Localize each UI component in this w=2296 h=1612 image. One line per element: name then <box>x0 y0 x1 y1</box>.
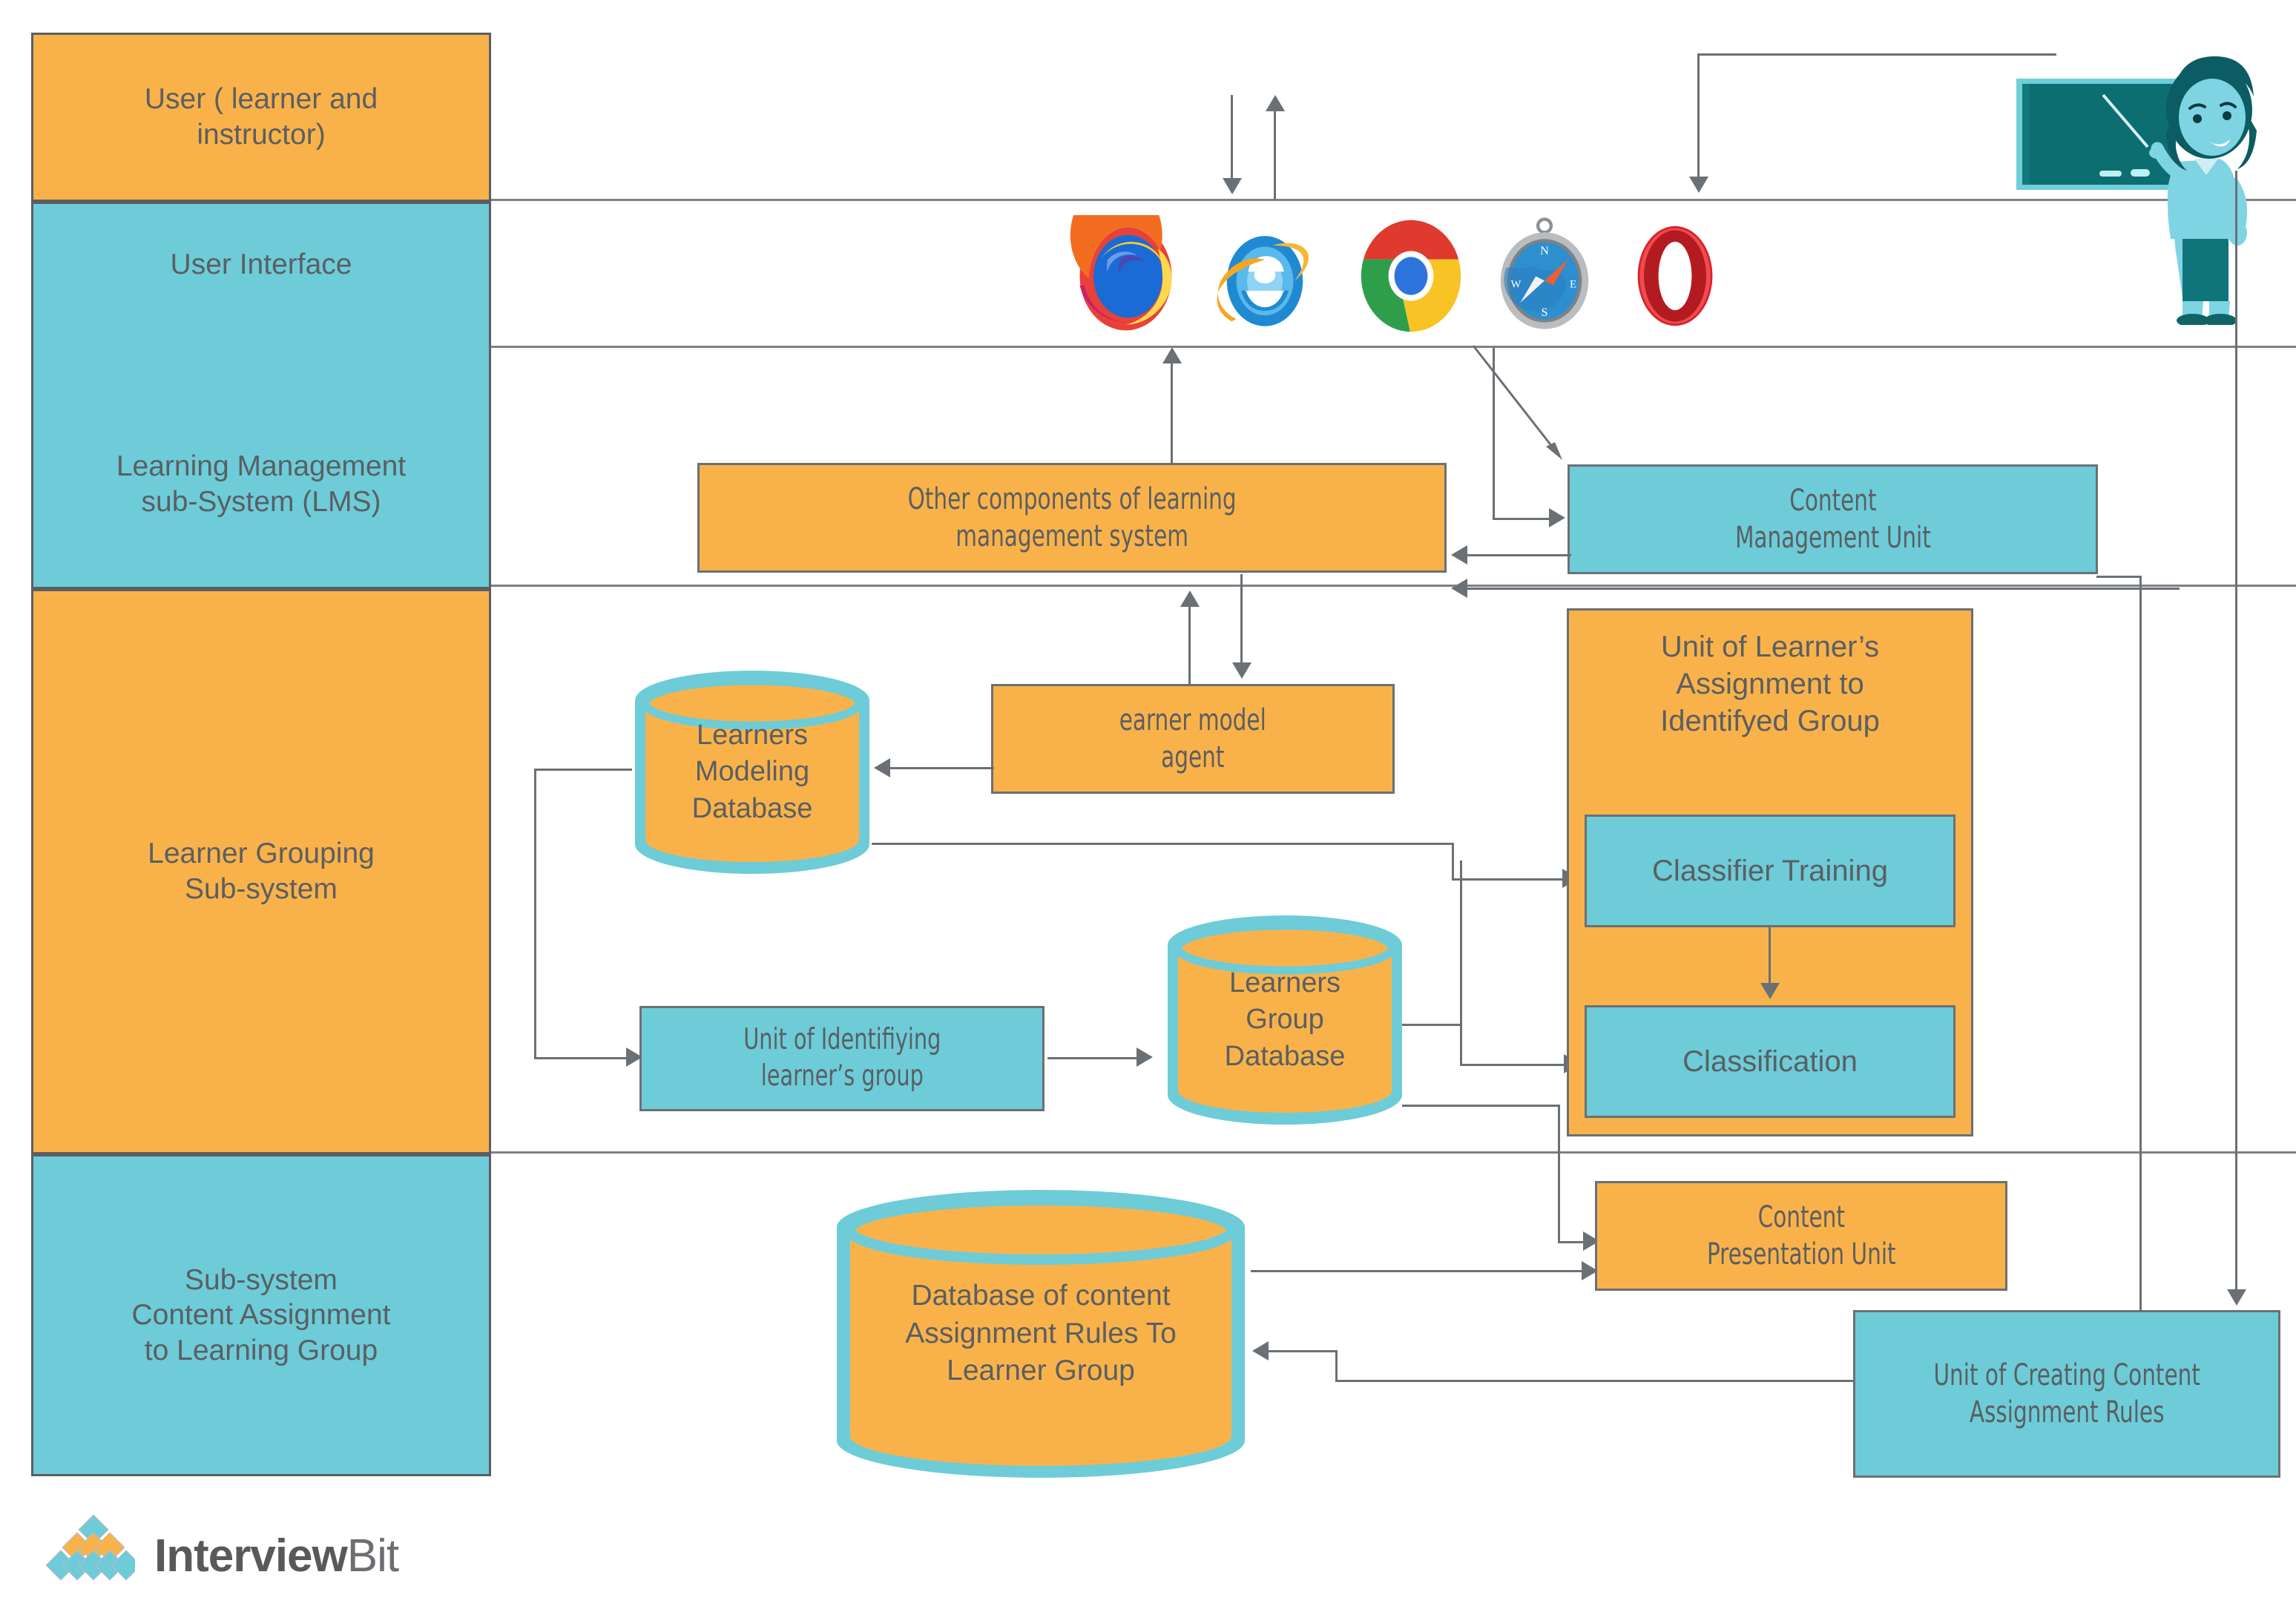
node-learner-model-agent[interactable]: earner model agent <box>991 684 1395 794</box>
lane-divider-ui-lms <box>490 346 2296 348</box>
lane-divider-lms-grouping <box>490 585 2296 587</box>
conn-classifier-to-classification-line <box>1769 927 1771 985</box>
node-content-presentation-unit[interactable]: Content Presentation Unit <box>1595 1181 2007 1291</box>
conn-creating-to-rules-db-h2 <box>1269 1350 1337 1352</box>
node-content-management-unit[interactable]: Content Management Unit <box>1568 464 2098 574</box>
conn-agent-to-lms-head <box>1180 590 1200 607</box>
conn-creating-to-rules-db-v <box>1335 1350 1338 1381</box>
conn-group-db-to-classification-h1 <box>1402 1024 1461 1026</box>
conn-modeling-db-bus-bottom <box>534 1057 628 1059</box>
node-learners-group-database-label: Learners Group Database <box>1224 967 1346 1072</box>
conn-cmu-to-other-head <box>1451 545 1467 565</box>
conn-ui-down-to-cmu-head <box>1549 508 1565 527</box>
conn-classifier-to-classification-head <box>1760 983 1780 999</box>
conn-feedback-to-other-line <box>1467 588 2180 590</box>
svg-text:E: E <box>1570 278 1576 290</box>
conn-modeling-db-to-classifier-v <box>1452 843 1454 878</box>
conn-identify-to-group-db-line <box>1047 1057 1138 1059</box>
lane-lms-label: Learning Management sub-System (LMS) <box>116 450 407 518</box>
conn-other-components-to-ui-head <box>1162 347 1182 363</box>
lane-divider-grouping-assign <box>490 1151 2296 1154</box>
browser-icon-firefox[interactable] <box>1068 181 1183 338</box>
node-learners-group-database[interactable]: Learners Group Database <box>1162 912 1408 1128</box>
node-creating-rules-unit-label: Unit of Creating Content Assignment Rule… <box>1933 1358 2200 1430</box>
node-content-rules-database-label: Database of content Assignment Rules To … <box>905 1279 1177 1387</box>
browser-icon-safari[interactable]: N S W E <box>1490 211 1599 339</box>
node-classification[interactable]: Classification <box>1585 1005 1955 1118</box>
conn-cmu-to-creating-rules-v <box>2139 576 2142 1312</box>
lane-user-label: User ( learner and instructor) <box>144 83 378 151</box>
conn-group-db-to-classification-v <box>1460 861 1462 1025</box>
instructor-at-blackboard-illustration <box>1996 13 2292 327</box>
conn-rules-db-to-cpu-line <box>1251 1270 1585 1272</box>
arrow-user-to-ui-line <box>1231 95 1233 180</box>
conn-cmu-to-other-line <box>1467 554 1571 556</box>
conn-modeling-db-bus-vertical <box>534 769 536 1059</box>
browser-icon-chrome[interactable] <box>1352 214 1470 338</box>
instructor-feedback-head <box>1689 177 1708 193</box>
browser-icon-opera[interactable] <box>1623 214 1727 338</box>
node-identify-learner-group-unit-label: Unit of Identifiying learner’s group <box>743 1023 941 1093</box>
node-content-presentation-unit-label: Content Presentation Unit <box>1706 1200 1896 1271</box>
conn-group-db-to-cpu-h1 <box>1402 1105 1559 1107</box>
conn-modeling-db-to-classifier-h2 <box>1452 878 1567 881</box>
conn-group-db-to-classification-h2 <box>1460 1064 1568 1066</box>
conn-agent-to-modeling-db-line <box>890 767 994 769</box>
node-other-components[interactable]: Other components of learning management … <box>697 463 1447 573</box>
svg-text:N: N <box>1540 243 1549 257</box>
node-content-management-unit-label: Content Management Unit <box>1734 484 1931 555</box>
node-classifier-training-label: Classifier Training <box>1652 855 1888 887</box>
node-classification-label: Classification <box>1682 1045 1858 1078</box>
node-learner-model-agent-label: earner model agent <box>1119 703 1267 774</box>
conn-group-db-to-classification-v2 <box>1460 1024 1462 1065</box>
conn-ui-to-creating-rules-v <box>2235 171 2237 1291</box>
node-learners-modeling-database-label: Learners Modeling Database <box>691 719 813 824</box>
conn-agent-to-modeling-db-head <box>874 758 890 777</box>
arrow-ui-to-user-head <box>1266 95 1285 111</box>
node-classifier-training[interactable]: Classifier Training <box>1585 815 1955 927</box>
node-content-rules-database[interactable]: Database of content Assignment Rules To … <box>829 1185 1252 1482</box>
interviewbit-mark-icon <box>46 1515 135 1581</box>
conn-rules-db-to-cpu-head <box>1582 1261 1598 1280</box>
conn-other-to-agent-line <box>1240 574 1243 665</box>
node-learner-assignment-unit-label: Unit of Learner’s Assignment to Identify… <box>1660 631 1880 737</box>
node-learners-modeling-database[interactable]: Learners Modeling Database <box>629 668 875 877</box>
conn-identify-to-group-db-head <box>1137 1047 1153 1067</box>
node-creating-rules-unit[interactable]: Unit of Creating Content Assignment Rule… <box>1853 1310 2280 1478</box>
conn-cmu-to-creating-rules-h <box>2096 576 2141 578</box>
interviewbit-name-bold: Interview <box>154 1530 348 1582</box>
conn-modeling-db-to-classifier-h1 <box>872 843 1453 845</box>
conn-ui-down-to-cmu-vertical <box>1493 347 1495 518</box>
lane-content-assignment: Sub-system Content Assignment to Learnin… <box>31 1154 491 1476</box>
conn-feedback-to-other-head <box>1451 579 1467 598</box>
conn-creating-to-rules-db-h1 <box>1335 1380 1855 1382</box>
arrow-ui-to-user-line <box>1274 111 1276 200</box>
lane-grouping: Learner Grouping Sub-system <box>31 589 491 1154</box>
lane-grouping-label: Learner Grouping Sub-system <box>148 838 375 905</box>
lane-content-assignment-label: Sub-system Content Assignment to Learnin… <box>131 1263 391 1366</box>
conn-ui-down-to-cmu-horizontal <box>1493 518 1550 520</box>
conn-ui-to-content-management-diagonal <box>1472 345 1562 460</box>
conn-group-db-to-cpu-v <box>1558 1105 1560 1243</box>
lane-lms: Learning Management sub-System (LMS) <box>31 202 491 589</box>
node-identify-learner-group-unit[interactable]: Unit of Identifiying learner’s group <box>639 1006 1045 1111</box>
svg-text:W: W <box>1511 278 1522 290</box>
interviewbit-wordmark: InterviewBit <box>154 1530 399 1582</box>
conn-modeling-db-bus-top <box>534 769 632 771</box>
conn-ui-to-creating-rules-head <box>2227 1289 2246 1306</box>
conn-other-components-to-ui-line <box>1171 363 1173 464</box>
svg-text:S: S <box>1541 305 1547 319</box>
instructor-feedback-vertical <box>1697 53 1700 178</box>
conn-agent-to-lms-line <box>1188 607 1191 684</box>
conn-other-to-agent-head <box>1232 662 1251 679</box>
browser-icon-internet-explorer[interactable] <box>1205 215 1324 338</box>
node-other-components-label: Other components of learning management … <box>907 482 1237 553</box>
lane-user: User ( learner and instructor) <box>31 33 491 202</box>
diagram-canvas: User ( learner and instructor) User Inte… <box>0 0 2296 1612</box>
interviewbit-name-light: Bit <box>346 1530 399 1582</box>
arrow-user-to-ui-head <box>1223 178 1242 194</box>
conn-creating-to-rules-db-head <box>1252 1341 1269 1361</box>
interviewbit-logo: InterviewBit <box>46 1515 399 1596</box>
